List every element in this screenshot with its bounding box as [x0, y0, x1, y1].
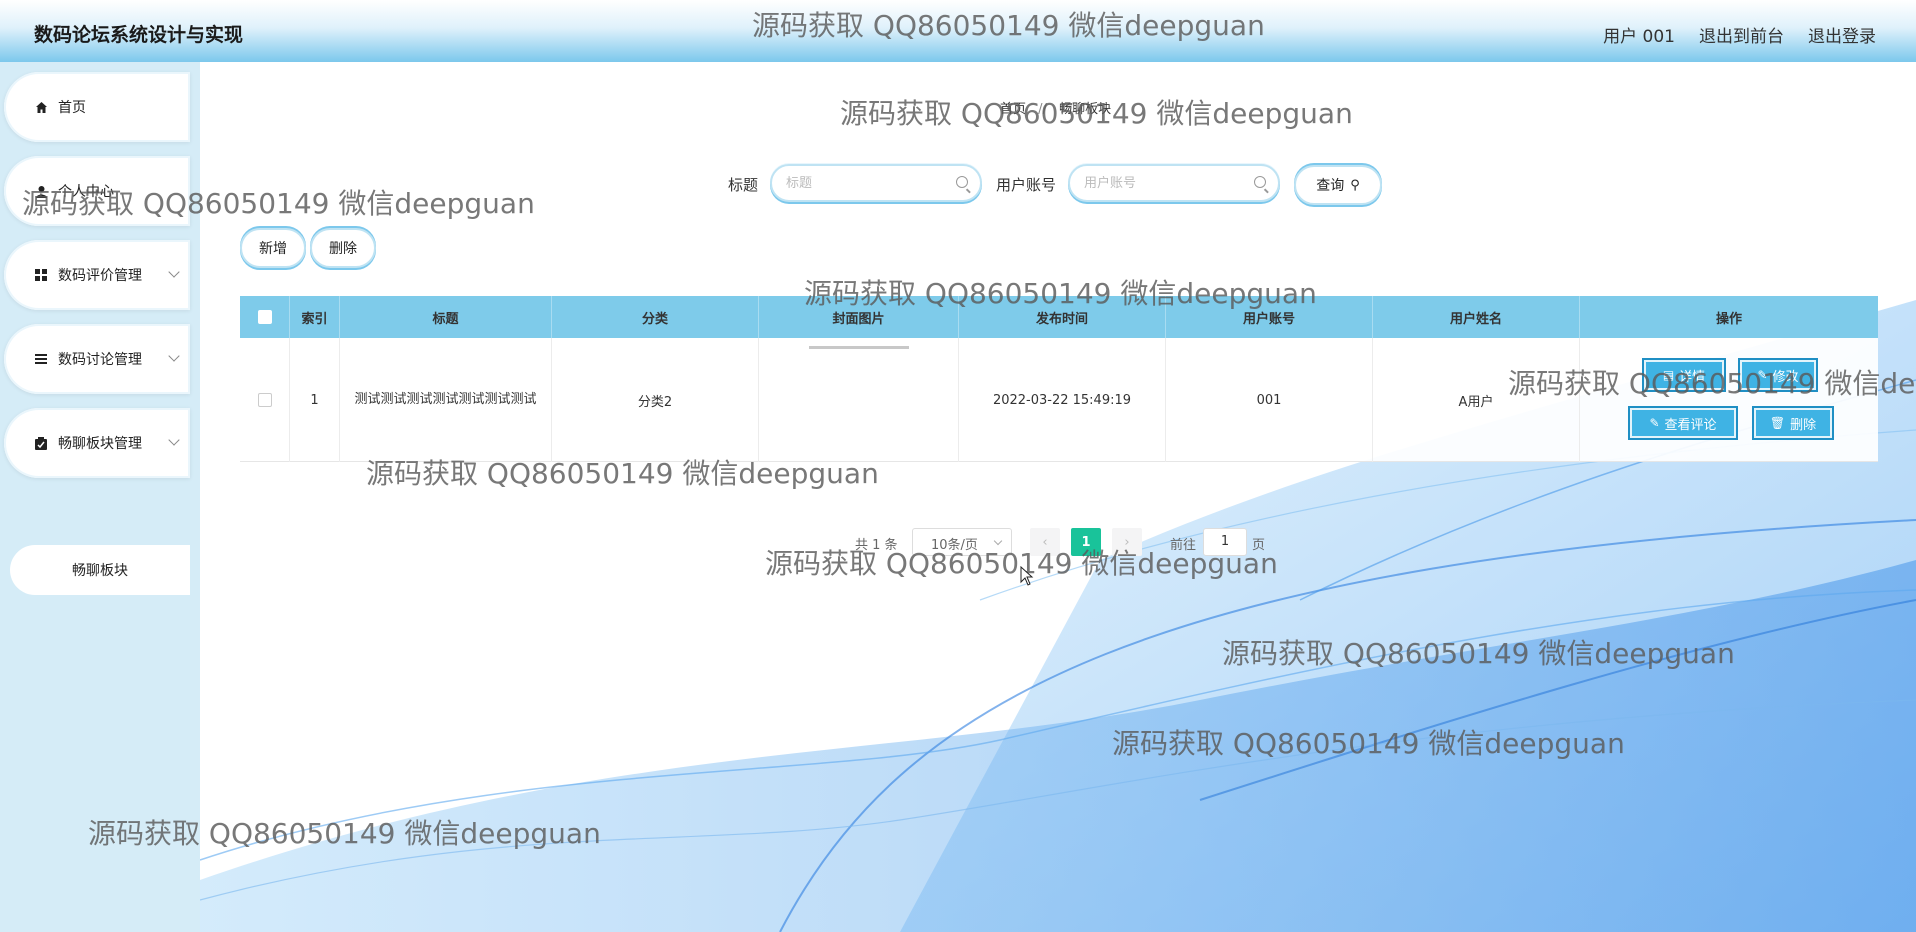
select-all-cell	[240, 296, 290, 338]
clipboard-icon	[34, 436, 48, 450]
list-icon	[34, 352, 48, 366]
view-comments-button[interactable]: ✎ 查看评论	[1628, 406, 1738, 440]
title-search-label: 标题	[728, 176, 759, 194]
sidebar-item-label: 数码评价管理	[58, 268, 142, 284]
row-select-cell	[240, 338, 290, 462]
account-search-label: 用户账号	[996, 176, 1057, 194]
column-header: 分类	[552, 296, 759, 338]
account-search-field[interactable]	[1068, 164, 1280, 202]
sidebar-item-home[interactable]: 首页	[4, 72, 190, 142]
header-links: 用户 001 退出到前台 退出登录	[1603, 22, 1876, 47]
publish-time-cell: 2022-03-22 15:49:19	[959, 338, 1166, 462]
cover-image-cell	[759, 338, 959, 462]
back-to-frontend-link[interactable]: 退出到前台	[1699, 22, 1784, 47]
search-icon: ⚲	[1350, 177, 1360, 193]
app-title: 数码论坛系统设计与实现	[34, 25, 244, 46]
search-icon	[956, 176, 968, 188]
sidebar-subitem-chat-section[interactable]: 畅聊板块	[10, 545, 190, 595]
column-header: 索引	[290, 296, 340, 338]
watermark: 源码获取 QQ86050149 微信deepguan	[804, 277, 1317, 310]
title-search-input[interactable]	[786, 175, 956, 191]
column-header: 用户姓名	[1373, 296, 1580, 338]
watermark: 源码获取 QQ86050149 微信deepguan	[752, 9, 1265, 42]
view-comments-button-label: 查看评论	[1664, 417, 1717, 433]
sidebar-item-label: 数码讨论管理	[58, 352, 142, 368]
category-cell: 分类2	[552, 338, 759, 462]
edit-icon: ✎	[1649, 416, 1660, 430]
batch-delete-button-label: 删除	[329, 241, 357, 257]
sidebar-item-label: 畅聊板块管理	[58, 436, 142, 452]
current-user-link[interactable]: 用户 001	[1603, 22, 1675, 47]
grid-icon	[34, 268, 48, 282]
index-cell: 1	[290, 338, 340, 462]
trash-icon: 🗑	[1769, 416, 1786, 430]
watermark: 源码获取 QQ86050149 微信deepguan	[840, 97, 1353, 130]
watermark: 源码获取 QQ86050149 微信deepguan	[366, 457, 879, 490]
chevron-down-icon	[168, 434, 180, 446]
title-cell: 测试测试测试测试测试测试测试	[340, 338, 552, 462]
cover-image	[808, 346, 909, 349]
watermark: 源码获取 QQ86050149 微信deepguan	[1508, 367, 1916, 400]
add-button-label: 新增	[259, 241, 287, 257]
sidebar-item-chat-section-management[interactable]: 畅聊板块管理	[4, 408, 190, 478]
chevron-down-icon	[168, 266, 180, 278]
title-search-field[interactable]	[770, 164, 982, 202]
sidebar-item-label: 首页	[58, 100, 86, 116]
account-cell: 001	[1166, 338, 1373, 462]
logout-link[interactable]: 退出登录	[1808, 22, 1876, 47]
watermark: 源码获取 QQ86050149 微信deepguan	[22, 187, 535, 220]
home-icon	[34, 100, 48, 114]
watermark: 源码获取 QQ86050149 微信deepguan	[88, 817, 601, 850]
row-checkbox[interactable]	[257, 393, 272, 407]
sidebar-item-review-management[interactable]: 数码评价管理	[4, 240, 190, 310]
add-button[interactable]: 新增	[240, 228, 306, 268]
batch-delete-button[interactable]: 删除	[310, 228, 376, 268]
account-search-input[interactable]	[1084, 175, 1254, 191]
search-icon	[1254, 176, 1266, 188]
chevron-down-icon	[168, 350, 180, 362]
delete-button-label: 删除	[1790, 417, 1817, 433]
delete-button[interactable]: 🗑 删除	[1752, 406, 1834, 440]
select-all-checkbox[interactable]	[257, 310, 272, 324]
column-header: 标题	[340, 296, 552, 338]
watermark: 源码获取 QQ86050149 微信deepguan	[1112, 727, 1625, 760]
query-button-label: 查询	[1316, 178, 1345, 194]
sidebar-item-discussion-management[interactable]: 数码讨论管理	[4, 324, 190, 394]
column-header: 操作	[1715, 311, 1742, 327]
watermark: 源码获取 QQ86050149 微信deepguan	[1222, 637, 1735, 670]
mouse-cursor-icon	[1020, 566, 1034, 586]
query-button[interactable]: 查询 ⚲	[1294, 165, 1382, 205]
